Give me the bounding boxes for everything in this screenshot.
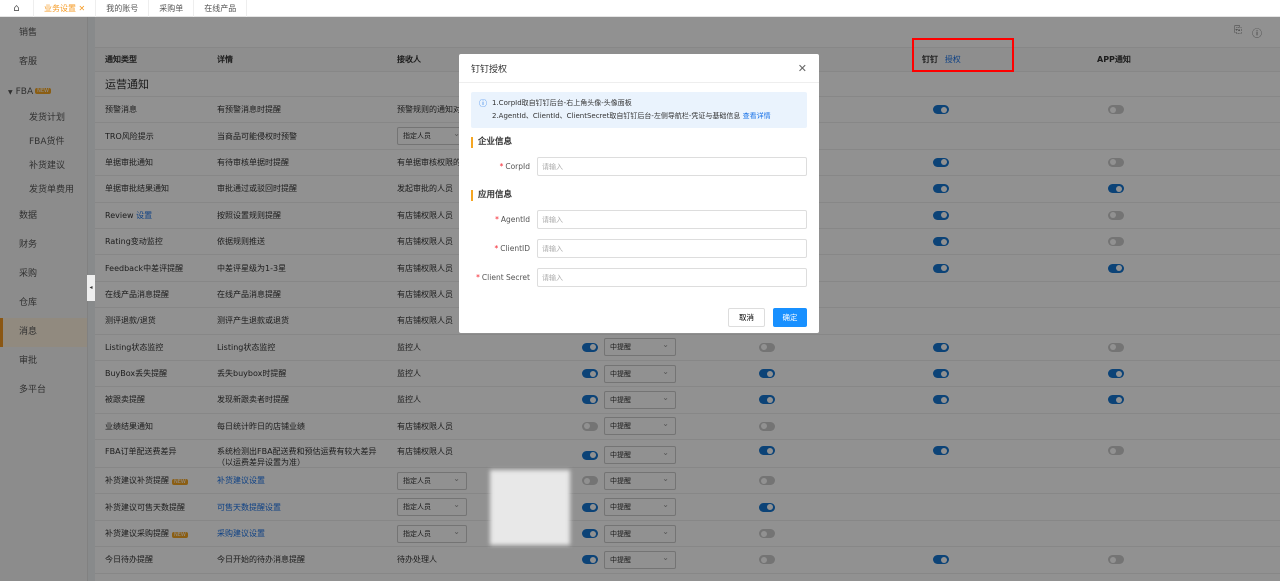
home-icon[interactable]: ⌂ xyxy=(0,0,34,17)
tab-label: 采购单 xyxy=(159,3,184,13)
info-icon: ⓘ xyxy=(479,99,487,108)
tab-label: 我的账号 xyxy=(106,3,139,13)
clientid-input[interactable] xyxy=(537,239,807,258)
tab-bar: ⌂ 业务设置 ✕ 我的账号 采购单 在线产品 xyxy=(0,0,1280,17)
close-tab-icon[interactable]: ✕ xyxy=(79,4,86,13)
cancel-button[interactable]: 取消 xyxy=(728,308,765,327)
agentid-label: AgentId xyxy=(500,215,530,224)
client-secret-label: Client Secret xyxy=(481,273,530,282)
alert-line-1: 1.CorpId取自钉钉后台-右上角头像-头像面板 xyxy=(492,99,632,107)
highlight-box xyxy=(912,38,1014,72)
sidebar-collapse-handle[interactable]: ◂ xyxy=(87,275,95,301)
tab-2[interactable]: 采购单 xyxy=(149,0,195,17)
info-alert: ⓘ 1.CorpId取自钉钉后台-右上角头像-头像面板 2.AgentId、Cl… xyxy=(471,92,807,128)
corpid-label: CorpId xyxy=(505,162,530,171)
agentid-input[interactable] xyxy=(537,210,807,229)
tab-1[interactable]: 我的账号 xyxy=(96,0,150,17)
section-enterprise: 企业信息 xyxy=(471,137,807,148)
view-details-link[interactable]: 查看详情 xyxy=(743,112,771,120)
tab-0[interactable]: 业务设置 ✕ xyxy=(34,0,97,17)
tab-label: 业务设置 xyxy=(44,3,76,13)
close-icon[interactable]: ✕ xyxy=(798,62,807,75)
dialog-title: 钉钉授权 xyxy=(471,64,508,75)
blurred-qr-image xyxy=(490,470,570,545)
tab-label: 在线产品 xyxy=(204,3,237,13)
clientid-label: ClientID xyxy=(500,244,530,253)
tab-3[interactable]: 在线产品 xyxy=(194,0,248,17)
client-secret-input[interactable] xyxy=(537,268,807,287)
confirm-button[interactable]: 确定 xyxy=(773,308,807,327)
dingtalk-auth-dialog: 钉钉授权 ✕ ⓘ 1.CorpId取自钉钉后台-右上角头像-头像面板 2.Age… xyxy=(459,54,819,333)
alert-line-2: 2.AgentId、ClientId、ClientSecret取自钉钉后台-左侧… xyxy=(492,112,741,120)
corpid-input[interactable] xyxy=(537,157,807,176)
section-app: 应用信息 xyxy=(471,190,807,201)
